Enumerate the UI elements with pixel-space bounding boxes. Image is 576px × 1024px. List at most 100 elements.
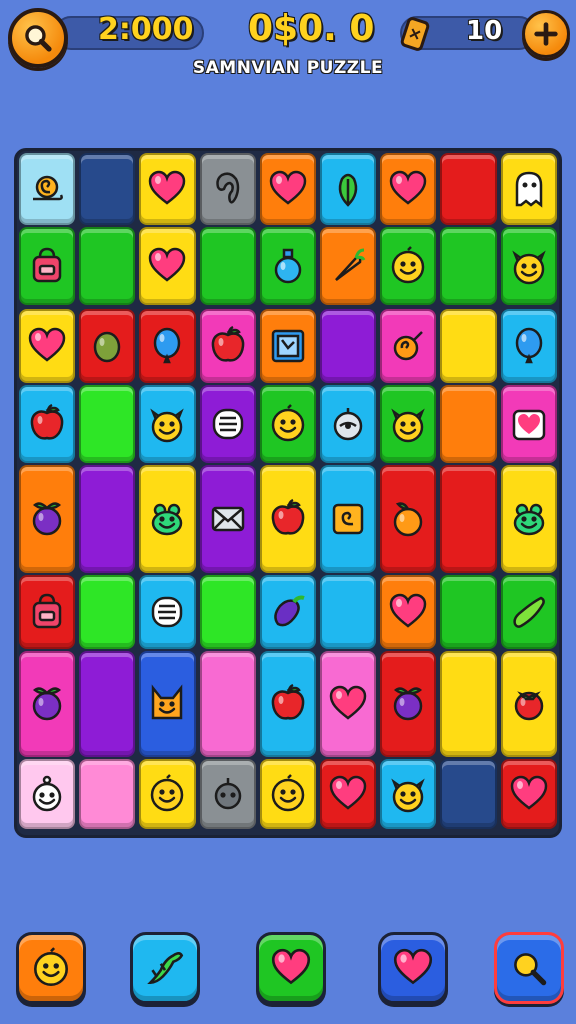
board-tile[interactable] [440,465,497,573]
toolbar-button-search[interactable] [494,932,564,1004]
ghost-face-icon [32,775,62,812]
board-tile[interactable] [320,153,377,225]
board-tile[interactable] [139,759,196,829]
board-tile[interactable] [259,153,316,225]
board-tile[interactable] [380,227,437,305]
board-tile[interactable] [259,227,316,305]
board-tile[interactable] [79,465,136,573]
board-tile[interactable] [19,465,76,573]
smiley-icon [271,774,305,812]
board-tile[interactable] [139,309,196,383]
heart-icon [390,170,427,205]
board-tile[interactable] [500,759,557,829]
board-tile[interactable] [259,759,316,829]
board-tile[interactable] [440,385,497,463]
balloon-icon [515,327,542,364]
board-tile[interactable] [79,309,136,383]
board-tile[interactable] [259,385,316,463]
board-tile[interactable] [500,227,557,305]
spiral-box-icon [332,503,364,535]
robot-icon [333,408,363,441]
board-tile[interactable] [79,759,136,829]
cat-face-icon [391,778,426,813]
frog-icon [152,503,183,536]
board-tile[interactable] [380,465,437,573]
board-tile[interactable] [320,575,377,649]
board-tile[interactable] [320,385,377,463]
board-tile[interactable] [440,227,497,305]
ear-icon [215,172,239,204]
board-tile[interactable] [259,651,316,757]
fox-icon [152,684,183,720]
toolbar-button-lizard[interactable] [130,932,200,1004]
potion-icon [274,248,302,284]
add-moves-button[interactable] [522,10,570,58]
board-tile[interactable] [19,227,76,305]
board-tile[interactable] [440,651,497,757]
board-tile[interactable] [500,385,557,463]
board-tile[interactable] [380,575,437,649]
board-tile[interactable] [79,385,136,463]
board-tile[interactable] [320,309,377,383]
board-tile[interactable] [380,385,437,463]
board-tile[interactable] [139,575,196,649]
board-tile[interactable] [199,651,256,757]
candy-icon [394,331,424,361]
toolbar-button-heart[interactable] [378,932,448,1004]
heart-icon [271,948,311,985]
board-tile[interactable] [199,227,256,305]
board-tile[interactable] [19,575,76,649]
board-tile[interactable] [199,153,256,225]
board-tile[interactable] [199,385,256,463]
board-tile[interactable] [380,759,437,829]
board-tile[interactable] [500,651,557,757]
board-tile[interactable] [139,153,196,225]
board-tile[interactable] [320,465,377,573]
board-tile[interactable] [259,575,316,649]
board-tile[interactable] [440,153,497,225]
board-tile[interactable] [19,651,76,757]
toolbar-button-smiley[interactable] [16,932,86,1004]
board-tile[interactable] [19,385,76,463]
board-tile[interactable] [79,575,136,649]
board-tile[interactable] [380,651,437,757]
board-tile[interactable] [199,575,256,649]
board-tile[interactable] [199,759,256,829]
tomato-icon [514,691,543,721]
board-tile[interactable] [380,153,437,225]
board-tile[interactable] [500,309,557,383]
board-tile[interactable] [500,465,557,573]
bomb-icon [214,778,241,810]
board-tile[interactable] [19,309,76,383]
board-tile[interactable] [199,465,256,573]
board-tile[interactable] [440,575,497,649]
board-tile[interactable] [79,153,136,225]
board-tile[interactable] [500,575,557,649]
board-tile[interactable] [199,309,256,383]
board-tile[interactable] [139,651,196,757]
board-tile[interactable] [320,759,377,829]
board-tile[interactable] [500,153,557,225]
smiley-icon [34,947,68,987]
board-tile[interactable] [79,227,136,305]
heart-icon [393,948,433,985]
apple-icon [211,325,244,362]
board-tile[interactable] [19,759,76,829]
cat-face-icon [511,250,546,285]
board-tile[interactable] [79,651,136,757]
heart-icon [390,593,427,628]
board-tile[interactable] [380,309,437,383]
board-tile[interactable] [19,153,76,225]
board-tile[interactable] [320,227,377,305]
board-tile[interactable] [440,309,497,383]
board-tile[interactable] [320,651,377,757]
board-tile[interactable] [259,465,316,573]
cat-face-icon [150,408,185,443]
toolbar-button-heart[interactable] [256,932,326,1004]
board-tile[interactable] [440,759,497,829]
board-tile[interactable] [139,465,196,573]
board-tile[interactable] [259,309,316,383]
smiley-icon [392,246,425,284]
board-tile[interactable] [139,385,196,463]
board-tile[interactable] [139,227,196,305]
